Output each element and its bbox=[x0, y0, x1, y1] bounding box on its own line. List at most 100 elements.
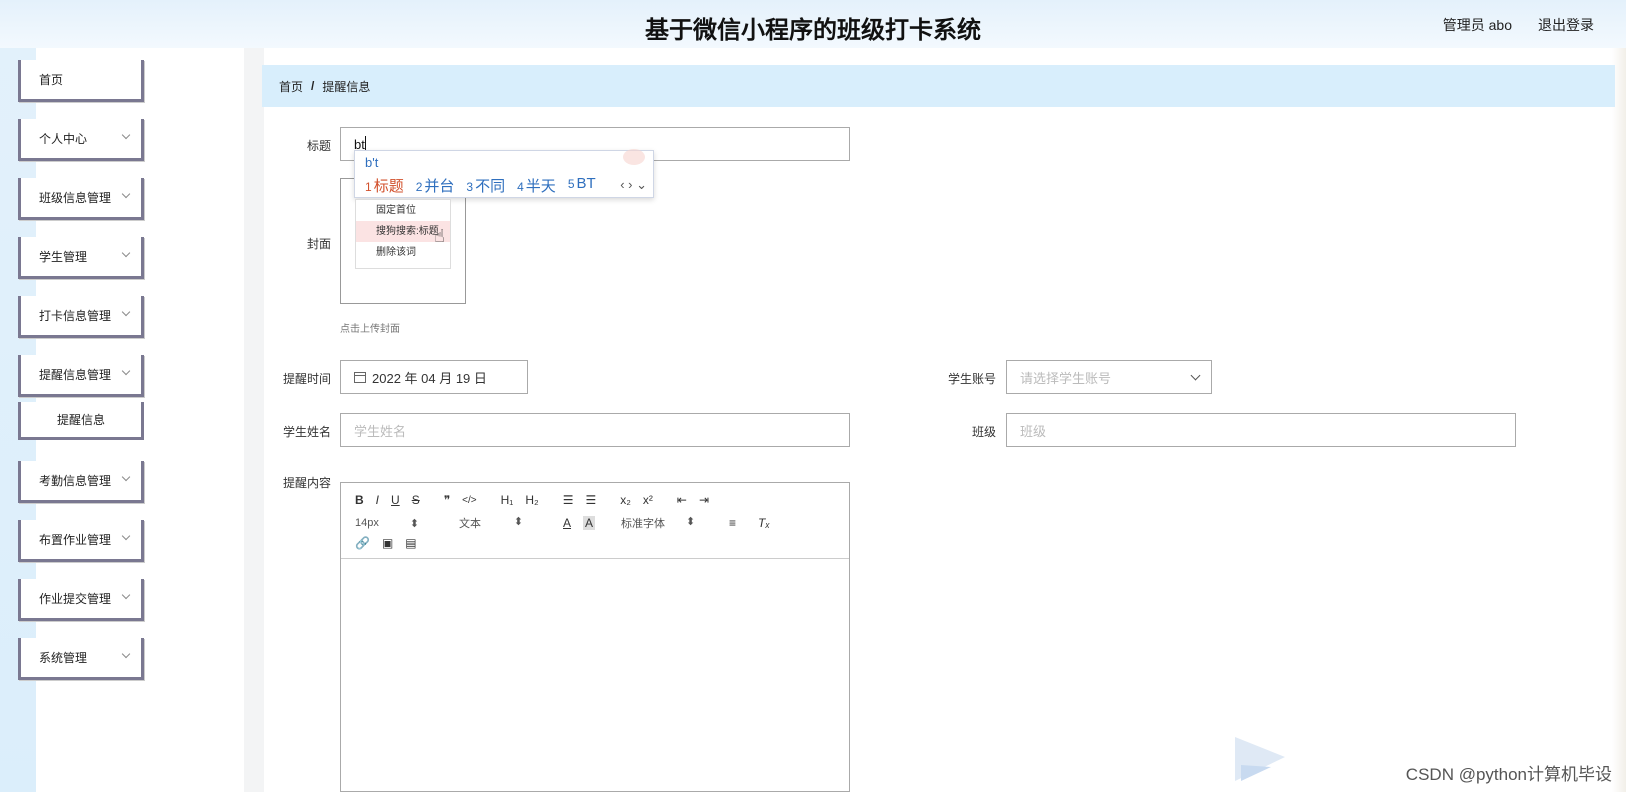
sidebar-item-label: 学生管理 bbox=[39, 250, 88, 264]
student-account-placeholder: 请选择学生账号 bbox=[1020, 370, 1112, 386]
editor-toolbar: B I U S ❞ </> H₁ H₂ ☰ ☰ x₂ x² ⇤ ⇥ 14px ⬍… bbox=[341, 483, 849, 559]
ime-candidate-window: b't 1 标题 2 并台 3 不同 4 半天 5 BT ‹ › ⌄ bbox=[354, 149, 654, 198]
sidebar-item-label: 考勤信息管理 bbox=[39, 474, 112, 488]
underline-icon[interactable]: U bbox=[391, 493, 400, 507]
heading2-icon[interactable]: H₂ bbox=[525, 493, 538, 507]
hand-cursor-icon: ☝ bbox=[434, 226, 445, 246]
text-type-value: 文本 bbox=[459, 518, 481, 530]
sidebar-item-label: 打卡信息管理 bbox=[39, 309, 112, 323]
font-size-select[interactable]: 14px ⬍ bbox=[355, 517, 431, 530]
bullet-list-icon[interactable]: ☰ bbox=[585, 493, 596, 507]
chevron-down-icon bbox=[121, 531, 131, 541]
sidebar-item-label: 班级信息管理 bbox=[39, 191, 112, 205]
breadcrumb-current: 提醒信息 bbox=[322, 79, 371, 94]
chevron-down-icon bbox=[121, 590, 131, 600]
cover-upload-hint[interactable]: 点击上传封面 bbox=[340, 320, 400, 335]
ime-candidate-text: 半天 bbox=[525, 178, 556, 195]
sidebar-item-student-management[interactable]: 学生管理 bbox=[18, 237, 144, 279]
background-color-icon[interactable]: A bbox=[583, 516, 596, 530]
editor-toolbar-row: 14px ⬍ 文本 ⬍ A A 标准字体 ⬍ ≡ Tₓ bbox=[355, 515, 782, 531]
sidebar-item-class-management[interactable]: 班级信息管理 bbox=[18, 178, 144, 220]
heading1-icon[interactable]: H₁ bbox=[501, 493, 514, 507]
sidebar-item-reminder-management[interactable]: 提醒信息管理 bbox=[18, 355, 144, 397]
chevron-down-icon bbox=[121, 472, 131, 482]
ime-candidate-index: 3 bbox=[466, 180, 474, 194]
sidebar-item-homework-submit[interactable]: 作业提交管理 bbox=[18, 579, 144, 621]
current-user: 管理员 abo bbox=[1442, 17, 1512, 33]
link-icon[interactable]: 🔗 bbox=[355, 536, 370, 550]
subscript-icon[interactable]: x₂ bbox=[620, 493, 631, 507]
ime-candidate[interactable]: 3 不同 bbox=[466, 175, 505, 196]
image-icon[interactable]: ▣ bbox=[382, 536, 393, 550]
font-family-select[interactable]: 标准字体 ⬍ bbox=[621, 515, 707, 531]
header-user-area: 管理员 abo 退出登录 bbox=[1443, 15, 1594, 35]
bold-icon[interactable]: B bbox=[355, 493, 364, 507]
chevron-down-icon bbox=[121, 307, 131, 317]
ime-candidate-text: BT bbox=[576, 175, 596, 192]
select-updown-icon: ⬍ bbox=[685, 516, 696, 528]
outdent-icon[interactable]: ⇤ bbox=[677, 493, 687, 507]
class-label: 班级 bbox=[971, 425, 996, 439]
ime-candidate-text: 并台 bbox=[424, 178, 455, 195]
reminder-time-input[interactable]: 2022 年 04 月 19 日 bbox=[340, 360, 528, 394]
right-edge-shadow bbox=[1612, 48, 1626, 792]
font-color-icon[interactable]: A bbox=[563, 516, 571, 530]
indent-icon[interactable]: ⇥ bbox=[699, 493, 709, 507]
logout-link[interactable]: 退出登录 bbox=[1538, 15, 1594, 35]
sidebar-item-label: 作业提交管理 bbox=[39, 592, 112, 606]
app-title: 基于微信小程序的班级打卡系统 bbox=[645, 17, 981, 44]
select-updown-icon: ⬍ bbox=[409, 517, 419, 530]
top-header: 基于微信小程序的班级打卡系统 管理员 abo 退出登录 bbox=[0, 0, 1626, 48]
ime-candidate[interactable]: 1 标题 bbox=[365, 175, 404, 196]
align-icon[interactable]: ≡ bbox=[729, 516, 736, 530]
font-family-value: 标准字体 bbox=[621, 518, 666, 530]
class-input[interactable]: 班级 bbox=[1006, 413, 1516, 447]
strikethrough-icon[interactable]: S bbox=[412, 493, 420, 507]
student-name-label: 学生姓名 bbox=[282, 425, 331, 439]
reminder-content-label: 提醒内容 bbox=[282, 476, 331, 490]
student-name-placeholder: 学生姓名 bbox=[354, 423, 407, 439]
ime-candidate[interactable]: 2 并台 bbox=[416, 175, 455, 196]
ime-page-nav[interactable]: ‹ › ⌄ bbox=[620, 177, 647, 193]
ime-candidate-index: 5 bbox=[567, 177, 575, 191]
sidebar-item-label: 系统管理 bbox=[39, 651, 88, 665]
chevron-down-icon bbox=[121, 649, 131, 659]
breadcrumb-home[interactable]: 首页 bbox=[279, 78, 303, 95]
sidebar-item-checkin-management[interactable]: 打卡信息管理 bbox=[18, 296, 144, 338]
clear-format-icon[interactable]: Tₓ bbox=[758, 516, 770, 530]
text-type-select[interactable]: 文本 ⬍ bbox=[459, 515, 535, 531]
ime-candidate[interactable]: 4 半天 bbox=[517, 175, 556, 196]
class-placeholder: 班级 bbox=[1020, 423, 1047, 439]
student-account-label: 学生账号 bbox=[947, 372, 996, 386]
ime-candidate-text: 标题 bbox=[373, 178, 404, 195]
sidebar-item-label: 提醒信息管理 bbox=[39, 368, 112, 382]
editor-content-area[interactable] bbox=[341, 559, 849, 791]
context-menu-item[interactable]: 固定首位 bbox=[356, 200, 450, 221]
sidebar-item-label: 个人中心 bbox=[39, 132, 88, 146]
editor-toolbar-row: B I U S ❞ </> H₁ H₂ ☰ ☰ x₂ x² ⇤ ⇥ bbox=[355, 493, 721, 507]
video-icon[interactable]: ▤ bbox=[405, 536, 416, 550]
sidebar-item-home[interactable]: 首页 bbox=[18, 60, 144, 102]
sidebar-item-attendance-management[interactable]: 考勤信息管理 bbox=[18, 461, 144, 503]
sidebar-item-homework-assign[interactable]: 布置作业管理 bbox=[18, 520, 144, 562]
ordered-list-icon[interactable]: ☰ bbox=[563, 493, 574, 507]
chevron-down-icon bbox=[121, 366, 131, 376]
code-block-icon[interactable]: </> bbox=[462, 495, 476, 506]
blockquote-icon[interactable]: ❞ bbox=[444, 493, 450, 507]
chevron-down-icon bbox=[121, 248, 131, 258]
chevron-down-icon bbox=[121, 130, 131, 140]
superscript-icon[interactable]: x² bbox=[643, 493, 653, 507]
sidebar-subitem-reminder-info[interactable]: 提醒信息 bbox=[18, 402, 144, 440]
ime-candidate[interactable]: 5 BT bbox=[568, 175, 596, 196]
italic-icon[interactable]: I bbox=[376, 493, 379, 507]
student-name-input[interactable]: 学生姓名 bbox=[340, 413, 850, 447]
student-account-select[interactable]: 请选择学生账号 bbox=[1006, 360, 1212, 394]
ime-logo-icon bbox=[623, 149, 645, 165]
sidebar-item-label: 布置作业管理 bbox=[39, 533, 112, 547]
rich-text-editor: B I U S ❞ </> H₁ H₂ ☰ ☰ x₂ x² ⇤ ⇥ 14px ⬍… bbox=[340, 482, 850, 792]
reminder-time-label: 提醒时间 bbox=[282, 372, 331, 386]
watermark-text: CSDN @python计算机毕设 bbox=[1405, 765, 1612, 784]
editor-toolbar-row: 🔗 ▣ ▤ bbox=[355, 536, 429, 550]
sidebar-item-personal-center[interactable]: 个人中心 bbox=[18, 119, 144, 161]
sidebar-item-system-management[interactable]: 系统管理 bbox=[18, 638, 144, 680]
